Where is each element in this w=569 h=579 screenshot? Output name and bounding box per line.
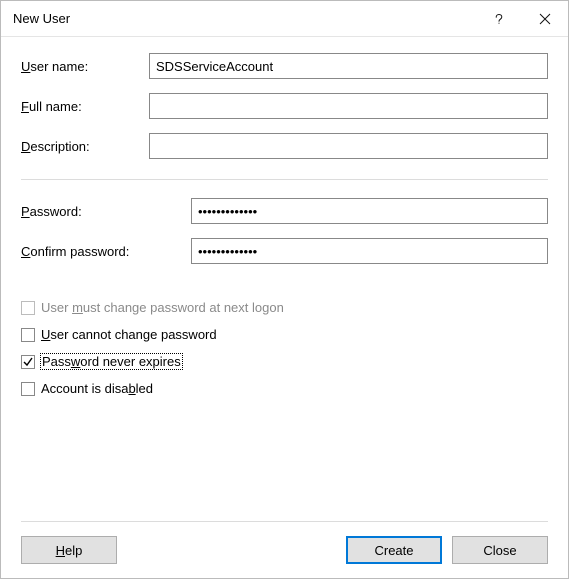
separator-1 — [21, 179, 548, 180]
window-title: New User — [13, 11, 476, 26]
checkbox-icon — [21, 328, 35, 342]
checkbox-group: User must change password at next logon … — [21, 300, 548, 408]
title-bar: New User — [1, 1, 568, 37]
dialog-content: User name: Full name: Description: Passw… — [1, 37, 568, 578]
confirm-password-label: Confirm password: — [21, 244, 191, 259]
fullname-input[interactable] — [149, 93, 548, 119]
confirm-password-input[interactable] — [191, 238, 548, 264]
check-account-disabled-label: Account is disabled — [41, 381, 153, 396]
checkbox-icon — [21, 301, 35, 315]
help-button[interactable]: Help — [21, 536, 117, 564]
checkbox-icon — [21, 355, 35, 369]
create-button[interactable]: Create — [346, 536, 442, 564]
row-username: User name: — [21, 53, 548, 79]
check-account-disabled[interactable]: Account is disabled — [21, 381, 548, 396]
row-confirm-password: Confirm password: — [21, 238, 548, 264]
description-label: Description: — [21, 139, 149, 154]
check-cannot-change[interactable]: User cannot change password — [21, 327, 548, 342]
check-must-change-label: User must change password at next logon — [41, 300, 284, 315]
check-cannot-change-label: User cannot change password — [41, 327, 217, 342]
help-icon[interactable] — [476, 1, 522, 37]
check-must-change: User must change password at next logon — [21, 300, 548, 315]
row-password: Password: — [21, 198, 548, 224]
password-label: Password: — [21, 204, 191, 219]
description-input[interactable] — [149, 133, 548, 159]
close-button[interactable]: Close — [452, 536, 548, 564]
check-never-expires[interactable]: Password never expires — [21, 354, 548, 369]
close-icon[interactable] — [522, 1, 568, 37]
password-input[interactable] — [191, 198, 548, 224]
checkbox-icon — [21, 382, 35, 396]
button-row: Help Create Close — [21, 522, 548, 564]
row-description: Description: — [21, 133, 548, 159]
username-input[interactable] — [149, 53, 548, 79]
username-label: User name: — [21, 59, 149, 74]
check-never-expires-label: Password never expires — [41, 354, 182, 369]
fullname-label: Full name: — [21, 99, 149, 114]
row-fullname: Full name: — [21, 93, 548, 119]
